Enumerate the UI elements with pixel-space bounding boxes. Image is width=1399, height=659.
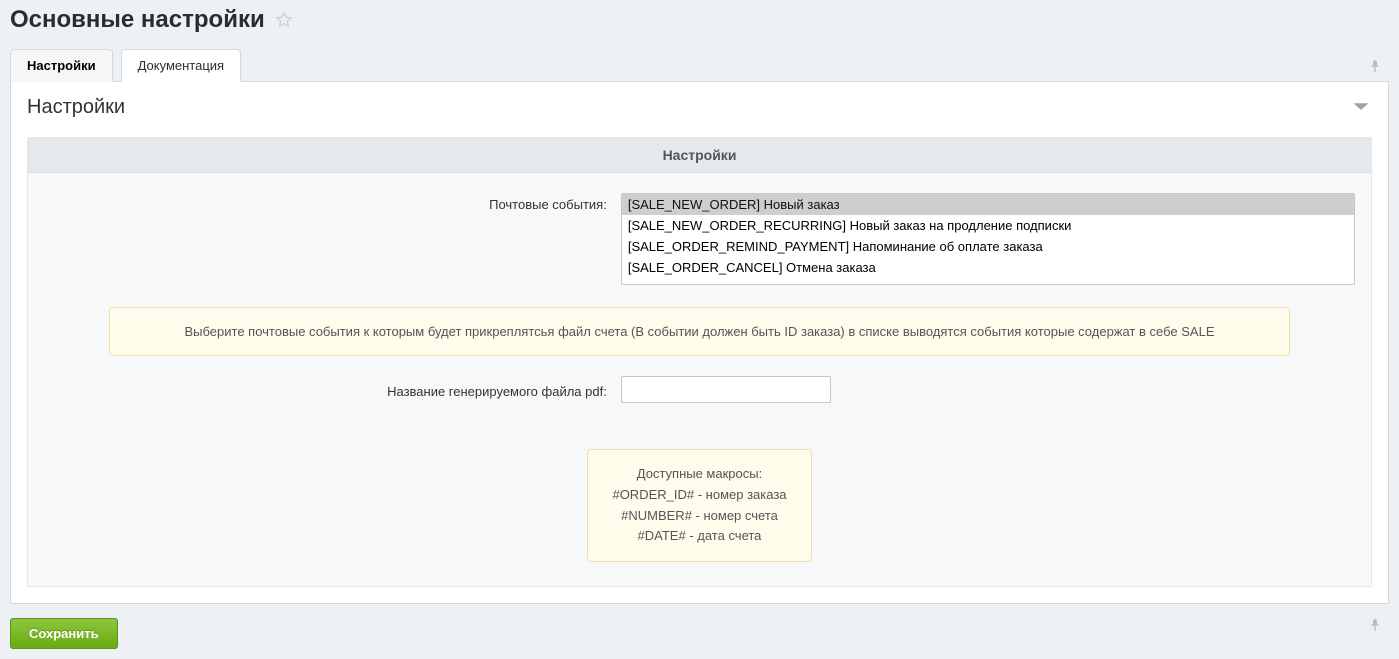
pdf-name-label: Название генерируемого файла pdf: <box>44 380 621 399</box>
mail-events-hint: Выберите почтовые события к которым буде… <box>109 307 1291 356</box>
page-title: Основные настройки <box>10 6 265 34</box>
pdf-name-input[interactable] <box>621 376 831 403</box>
tab-docs[interactable]: Документация <box>121 49 242 82</box>
save-button[interactable]: Сохранить <box>10 618 118 649</box>
panel-title: Настройки <box>27 96 125 119</box>
macros-hint: Доступные макросы:#ORDER_ID# - номер зак… <box>587 449 811 562</box>
mail-event-option[interactable]: [SALE_ORDER_CANCEL] Отмена заказа <box>622 257 1354 278</box>
mail-event-option[interactable]: [SALE_NEW_ORDER_RECURRING] Новый заказ н… <box>622 215 1354 236</box>
pin-icon[interactable] <box>1367 615 1383 637</box>
mail-events-label: Почтовые события: <box>44 193 621 212</box>
mail-events-select[interactable]: [SALE_NEW_ORDER] Новый заказ[SALE_NEW_OR… <box>621 193 1355 285</box>
mail-event-option[interactable]: [SALE_ORDER_REMIND_PAYMENT] Напоминание … <box>622 236 1354 257</box>
favorite-star-icon[interactable] <box>275 10 295 30</box>
tabs: Настройки Документация <box>0 48 1399 81</box>
section-title: Настройки <box>28 138 1371 173</box>
mail-event-option[interactable]: [SALE_NEW_ORDER] Новый заказ <box>622 194 1354 215</box>
collapse-chevron-icon[interactable] <box>1352 101 1372 115</box>
settings-panel: Настройки Настройки Почтовые события: [S… <box>10 81 1389 604</box>
tab-settings[interactable]: Настройки <box>10 49 113 82</box>
